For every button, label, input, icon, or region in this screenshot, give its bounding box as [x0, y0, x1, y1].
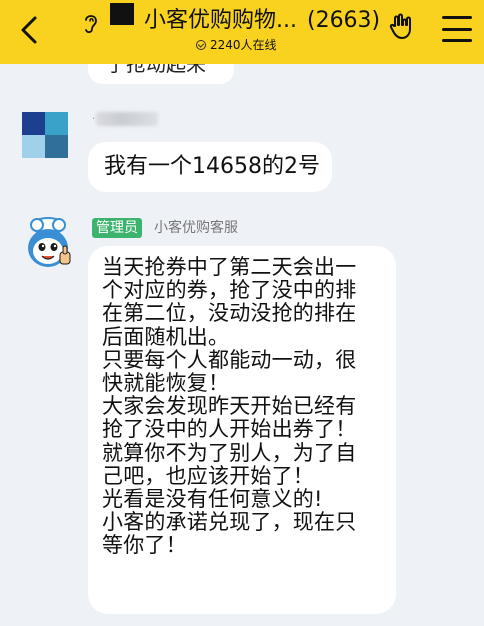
ear-icon[interactable] — [78, 12, 104, 34]
admin-badge: 管理员 — [92, 218, 142, 238]
message-bubble[interactable]: 当天抢券中了第二天会出一 个对应的券，抢了没中的排 在第二位，没动没抢的排在 后… — [88, 246, 396, 614]
sender-name[interactable]: 小客优购客服 — [154, 218, 238, 238]
message-line: 后面随机出。 — [102, 324, 230, 349]
message-bubble-previous[interactable]: 了抢动起来 — [88, 64, 234, 84]
message-line: 就算你不为了别人，为了自 — [102, 440, 357, 465]
message-line: 己吧，也应该开始了！ — [102, 463, 314, 488]
message-text: 我有一个14658的2号 — [104, 154, 320, 179]
message-text: 了抢动起来 — [106, 64, 206, 76]
message-line: 小客的承诺兑现了，现在只 — [102, 510, 357, 535]
member-count: (2663) — [306, 8, 381, 33]
menu-icon[interactable] — [442, 16, 472, 42]
back-button[interactable] — [14, 12, 44, 48]
message-line: 抢了没中的人开始出券了！ — [102, 417, 357, 442]
group-avatar[interactable] — [110, 3, 134, 25]
online-check-icon — [196, 40, 206, 50]
sender-name-blurred — [96, 112, 158, 126]
message-line: 快就能恢复！ — [102, 371, 230, 396]
chat-title[interactable]: 小客优购购物... (2663) — [144, 6, 380, 36]
message-bubble[interactable]: 我有一个14658的2号 — [88, 142, 332, 192]
sender-name-hidden: · — [92, 114, 96, 125]
message-line: 光看是没有任何意义的! — [102, 487, 323, 512]
hand-gesture-icon — [389, 13, 411, 39]
message-line: 当天抢券中了第二天会出一 — [102, 255, 357, 279]
online-count: 2240人在线 — [210, 38, 277, 52]
chevron-left-icon — [21, 16, 37, 44]
chat-header: 小客优购购物... (2663) 2240人在线 — [0, 0, 484, 64]
message-line: 个对应的券，抢了没中的排 — [102, 278, 357, 303]
message-line: 大家会发现昨天开始已经有 — [102, 394, 357, 419]
message-line: 只要每个人都能动一动，很 — [102, 347, 357, 372]
hand-gesture-button[interactable] — [386, 10, 420, 44]
online-status: 2240人在线 — [196, 36, 277, 54]
sender-avatar[interactable] — [22, 112, 68, 158]
admin-avatar[interactable] — [22, 216, 74, 272]
group-name: 小客优购购物... — [144, 8, 297, 33]
message-line: 等你了！ — [102, 533, 187, 558]
message-line: 在第二位，没动没抢的排在 — [102, 301, 357, 326]
